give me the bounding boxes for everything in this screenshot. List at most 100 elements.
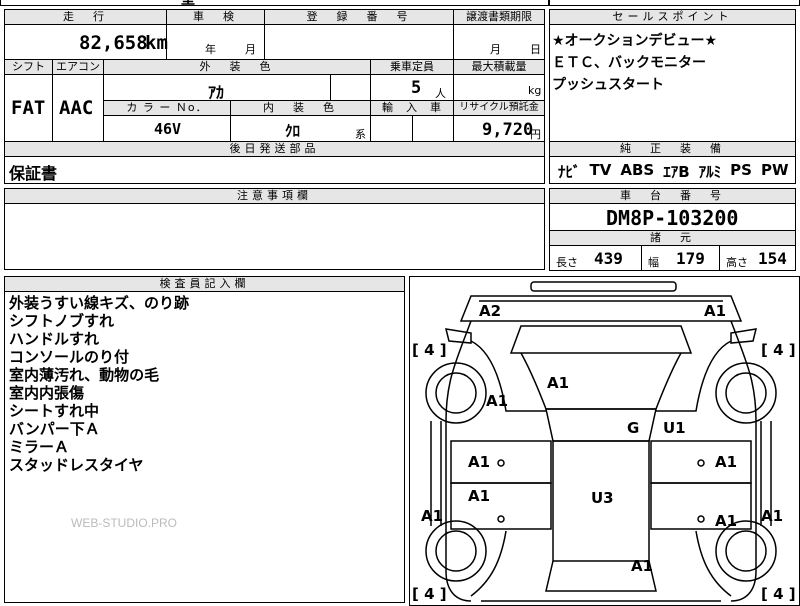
interior-color-cell: ｸﾛ 系 (230, 115, 371, 142)
equipment-item-pw: PW (760, 161, 789, 179)
mark-right-rear-door: A1 (715, 512, 737, 530)
mileage-value: 82,658 (79, 32, 148, 54)
note-line: シートすれ中 (9, 402, 100, 420)
capacity-unit: 人 (435, 87, 446, 100)
transfer-day: 日 (530, 43, 541, 56)
note-line: ハンドルすれ (9, 330, 100, 348)
mark-left-fender: A1 (486, 392, 508, 410)
interior-color-header: 内 装 色 (230, 100, 371, 116)
mileage-unit: km (145, 32, 168, 54)
import-cell (370, 115, 413, 142)
car-diagram: A2 A1 A1 A1 G U1 A1 A1 A1 U3 A1 A1 A1 A1… (412, 281, 796, 603)
tread-rr: [ 4 ] (761, 585, 796, 603)
import-cell-2 (412, 115, 454, 142)
later-parts-value: 保証書 (9, 164, 58, 183)
note-line: ミラーＡ (9, 438, 70, 456)
inspection-year: 年 (205, 43, 216, 56)
color-no-cell: 46V (103, 115, 231, 142)
transfer-deadline-cell: 月 日 (453, 24, 545, 60)
color-no-value: 46V (154, 120, 182, 138)
shift-header: シフト (4, 59, 53, 75)
exterior-color-header: 外 装 色 (103, 59, 371, 75)
inspector-notes-cell: 外装うすい線キズ、のり跡 シフトノブすれ ハンドルすれ コンソールのり付 室内薄… (4, 291, 405, 603)
registration-header: 登 録 番 号 (264, 9, 454, 25)
chassis-value: DM8P-103200 (606, 206, 739, 230)
color-no-header: カ ラ ー Ｎo． (103, 100, 231, 116)
mark-front-right: A1 (704, 302, 726, 320)
capacity-header: 乗車定員 (370, 59, 454, 75)
equipment-list: ﾅﾋﾞ TV ABS ｴｱB ｱﾙﾐ PS PW (558, 161, 789, 182)
mark-rear: A1 (631, 557, 653, 575)
length-value: 439 (594, 249, 623, 268)
width-value: 179 (676, 249, 705, 268)
later-parts-header: 後日発送部品 (4, 141, 545, 157)
note-line: スタッドレスタイヤ (9, 456, 144, 474)
equipment-item-abs: ABS (620, 161, 655, 179)
height-label: 高さ (726, 256, 748, 269)
sales-point-line-3: プッシュスタート (552, 77, 664, 93)
note-line: 外装うすい線キズ、のり跡 (9, 294, 190, 312)
equipment-cell: ﾅﾋﾞ TV ABS ｴｱB ｱﾙﾐ PS PW (549, 156, 796, 184)
equipment-item-alloy: ｱﾙﾐ (698, 163, 722, 181)
sales-point-header: セールスポイント (549, 9, 796, 25)
capacity-cell: 5 人 (370, 74, 454, 101)
ac-header: エアコン (52, 59, 104, 75)
mark-left-front-door: A1 (468, 453, 490, 471)
mark-roof-u3: U3 (591, 489, 614, 507)
import-header: 輸 入 車 (370, 100, 454, 116)
length-label: 長さ (556, 256, 578, 269)
specs-divider-1 (641, 245, 642, 271)
ac-cell: AAC (52, 74, 104, 142)
sales-point-cell: ★オークションデビュー★ ＥＴＣ、バックモニター プッシュスタート (549, 24, 796, 142)
sales-point-line-1: ★オークションデビュー★ (552, 33, 718, 49)
tread-rl: [ 4 ] (412, 585, 447, 603)
recycle-header: リサイクル預託金 (453, 100, 545, 116)
note-line: コンソールのり付 (9, 348, 130, 366)
interior-color-suffix: 系 (355, 128, 366, 141)
equipment-item-tv: TV (589, 161, 612, 179)
caution-cell (4, 203, 545, 270)
equipment-item-ps: PS (730, 161, 752, 179)
mileage-header: 走 行 (4, 9, 167, 25)
equipment-item-airbag: ｴｱB (663, 163, 690, 181)
recycle-cell: 9,720 円 (453, 115, 545, 142)
note-line: 室内内張傷 (9, 384, 85, 402)
transfer-deadline-header: 譲渡書類期限 (453, 9, 545, 25)
max-load-header: 最大積載量 (453, 59, 545, 75)
inspector-header: 検査員記入欄 (4, 276, 405, 292)
recycle-unit: 円 (530, 128, 541, 141)
transfer-month: 月 (490, 43, 501, 56)
mark-front-left: A2 (479, 302, 501, 320)
mark-left-rear-quarter: A1 (421, 507, 443, 525)
specs-cell: 長さ 439 幅 179 高さ 154 (549, 245, 796, 271)
top-partial-row: 型 (0, 0, 549, 8)
chassis-header: 車 台 番 号 (549, 188, 796, 204)
sales-point-line-2: ＥＴＣ、バックモニター (552, 55, 706, 71)
mark-hood: A1 (547, 374, 569, 392)
exterior-color-sub-cell (330, 74, 371, 101)
mark-roof-u1: U1 (663, 419, 686, 437)
tread-fl: [ 4 ] (412, 341, 447, 359)
mark-left-rear-door: A1 (468, 487, 490, 505)
shift-cell: FAT (4, 74, 53, 142)
ac-value: AAC (59, 97, 94, 119)
specs-divider-2 (719, 245, 720, 271)
mark-right-rear-quarter: A1 (761, 507, 783, 525)
inspection-month: 月 (245, 43, 256, 56)
mark-roof-g: G (627, 419, 639, 437)
mileage-cell: 82,658 km (4, 24, 168, 60)
watermark: WEB-STUDIO.PRO (71, 516, 178, 530)
inspection-cell: 年 月 (166, 24, 265, 60)
later-parts-cell: 保証書 (4, 156, 545, 184)
equipment-header: 純 正 装 備 (549, 141, 796, 157)
caution-header: 注意事項欄 (4, 188, 545, 204)
width-label: 幅 (648, 256, 659, 269)
chassis-cell: DM8P-103200 (549, 203, 796, 231)
tread-fr: [ 4 ] (761, 341, 796, 359)
inspection-header: 車 検 (166, 9, 265, 25)
capacity-value: 5 (411, 78, 422, 98)
interior-color-value: ｸﾛ (285, 122, 301, 140)
note-line: バンパー下Ａ (9, 420, 100, 438)
registration-cell (264, 24, 454, 60)
car-diagram-frame: A2 A1 A1 A1 G U1 A1 A1 A1 U3 A1 A1 A1 A1… (409, 276, 800, 606)
